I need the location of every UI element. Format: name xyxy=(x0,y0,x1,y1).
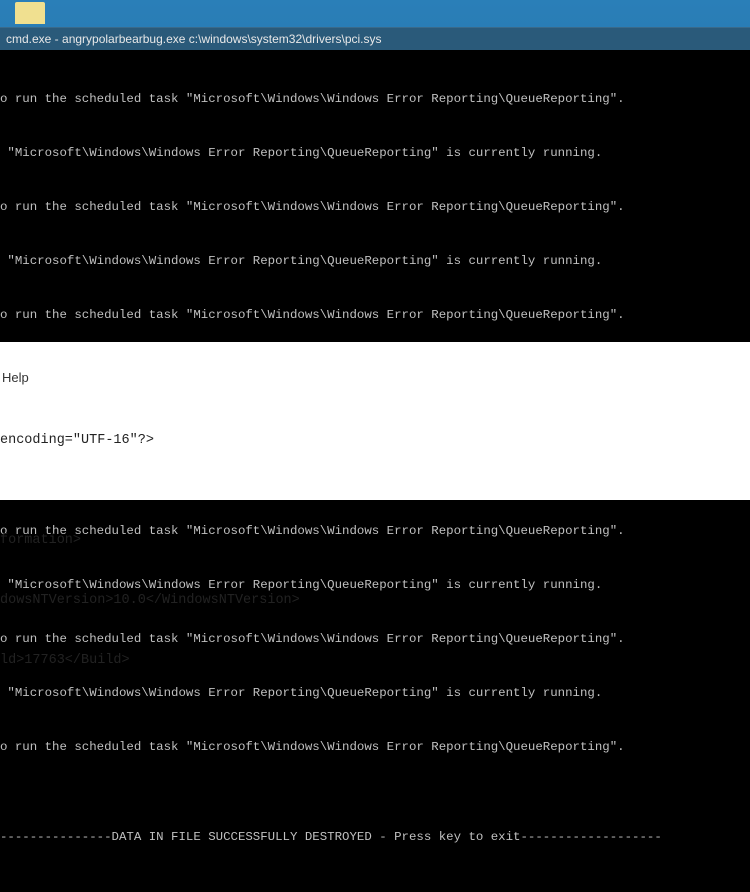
editor-line: formation> xyxy=(0,531,750,551)
console-line: "Microsoft\Windows\Windows Error Reporti… xyxy=(0,252,750,270)
editor-line: encoding="UTF-16"?> xyxy=(0,431,750,451)
folder-icon[interactable] xyxy=(15,2,45,24)
console-line: o run the scheduled task "Microsoft\Wind… xyxy=(0,90,750,108)
console-line: o run the scheduled task "Microsoft\Wind… xyxy=(0,306,750,324)
editor-line: dowsNTVersion>10.0</WindowsNTVersion> xyxy=(0,591,750,611)
cmd-title-text: cmd.exe - angrypolarbearbug.exe c:\windo… xyxy=(6,32,382,46)
console-line: ---------------DATA IN FILE SUCCESSFULLY… xyxy=(0,828,750,846)
cmd-titlebar[interactable]: cmd.exe - angrypolarbearbug.exe c:\windo… xyxy=(0,27,750,50)
console-line: o run the scheduled task "Microsoft\Wind… xyxy=(0,738,750,756)
editor-content[interactable]: encoding="UTF-16"?> formation> dowsNTVer… xyxy=(0,391,750,711)
console-line: o run the scheduled task "Microsoft\Wind… xyxy=(0,198,750,216)
editor-window: Help encoding="UTF-16"?> formation> dows… xyxy=(0,342,750,500)
editor-line: ld>17763</Build> xyxy=(0,651,750,671)
console-line: "Microsoft\Windows\Windows Error Reporti… xyxy=(0,144,750,162)
editor-menu-help[interactable]: Help xyxy=(0,342,750,391)
help-menu-label: Help xyxy=(2,370,29,385)
